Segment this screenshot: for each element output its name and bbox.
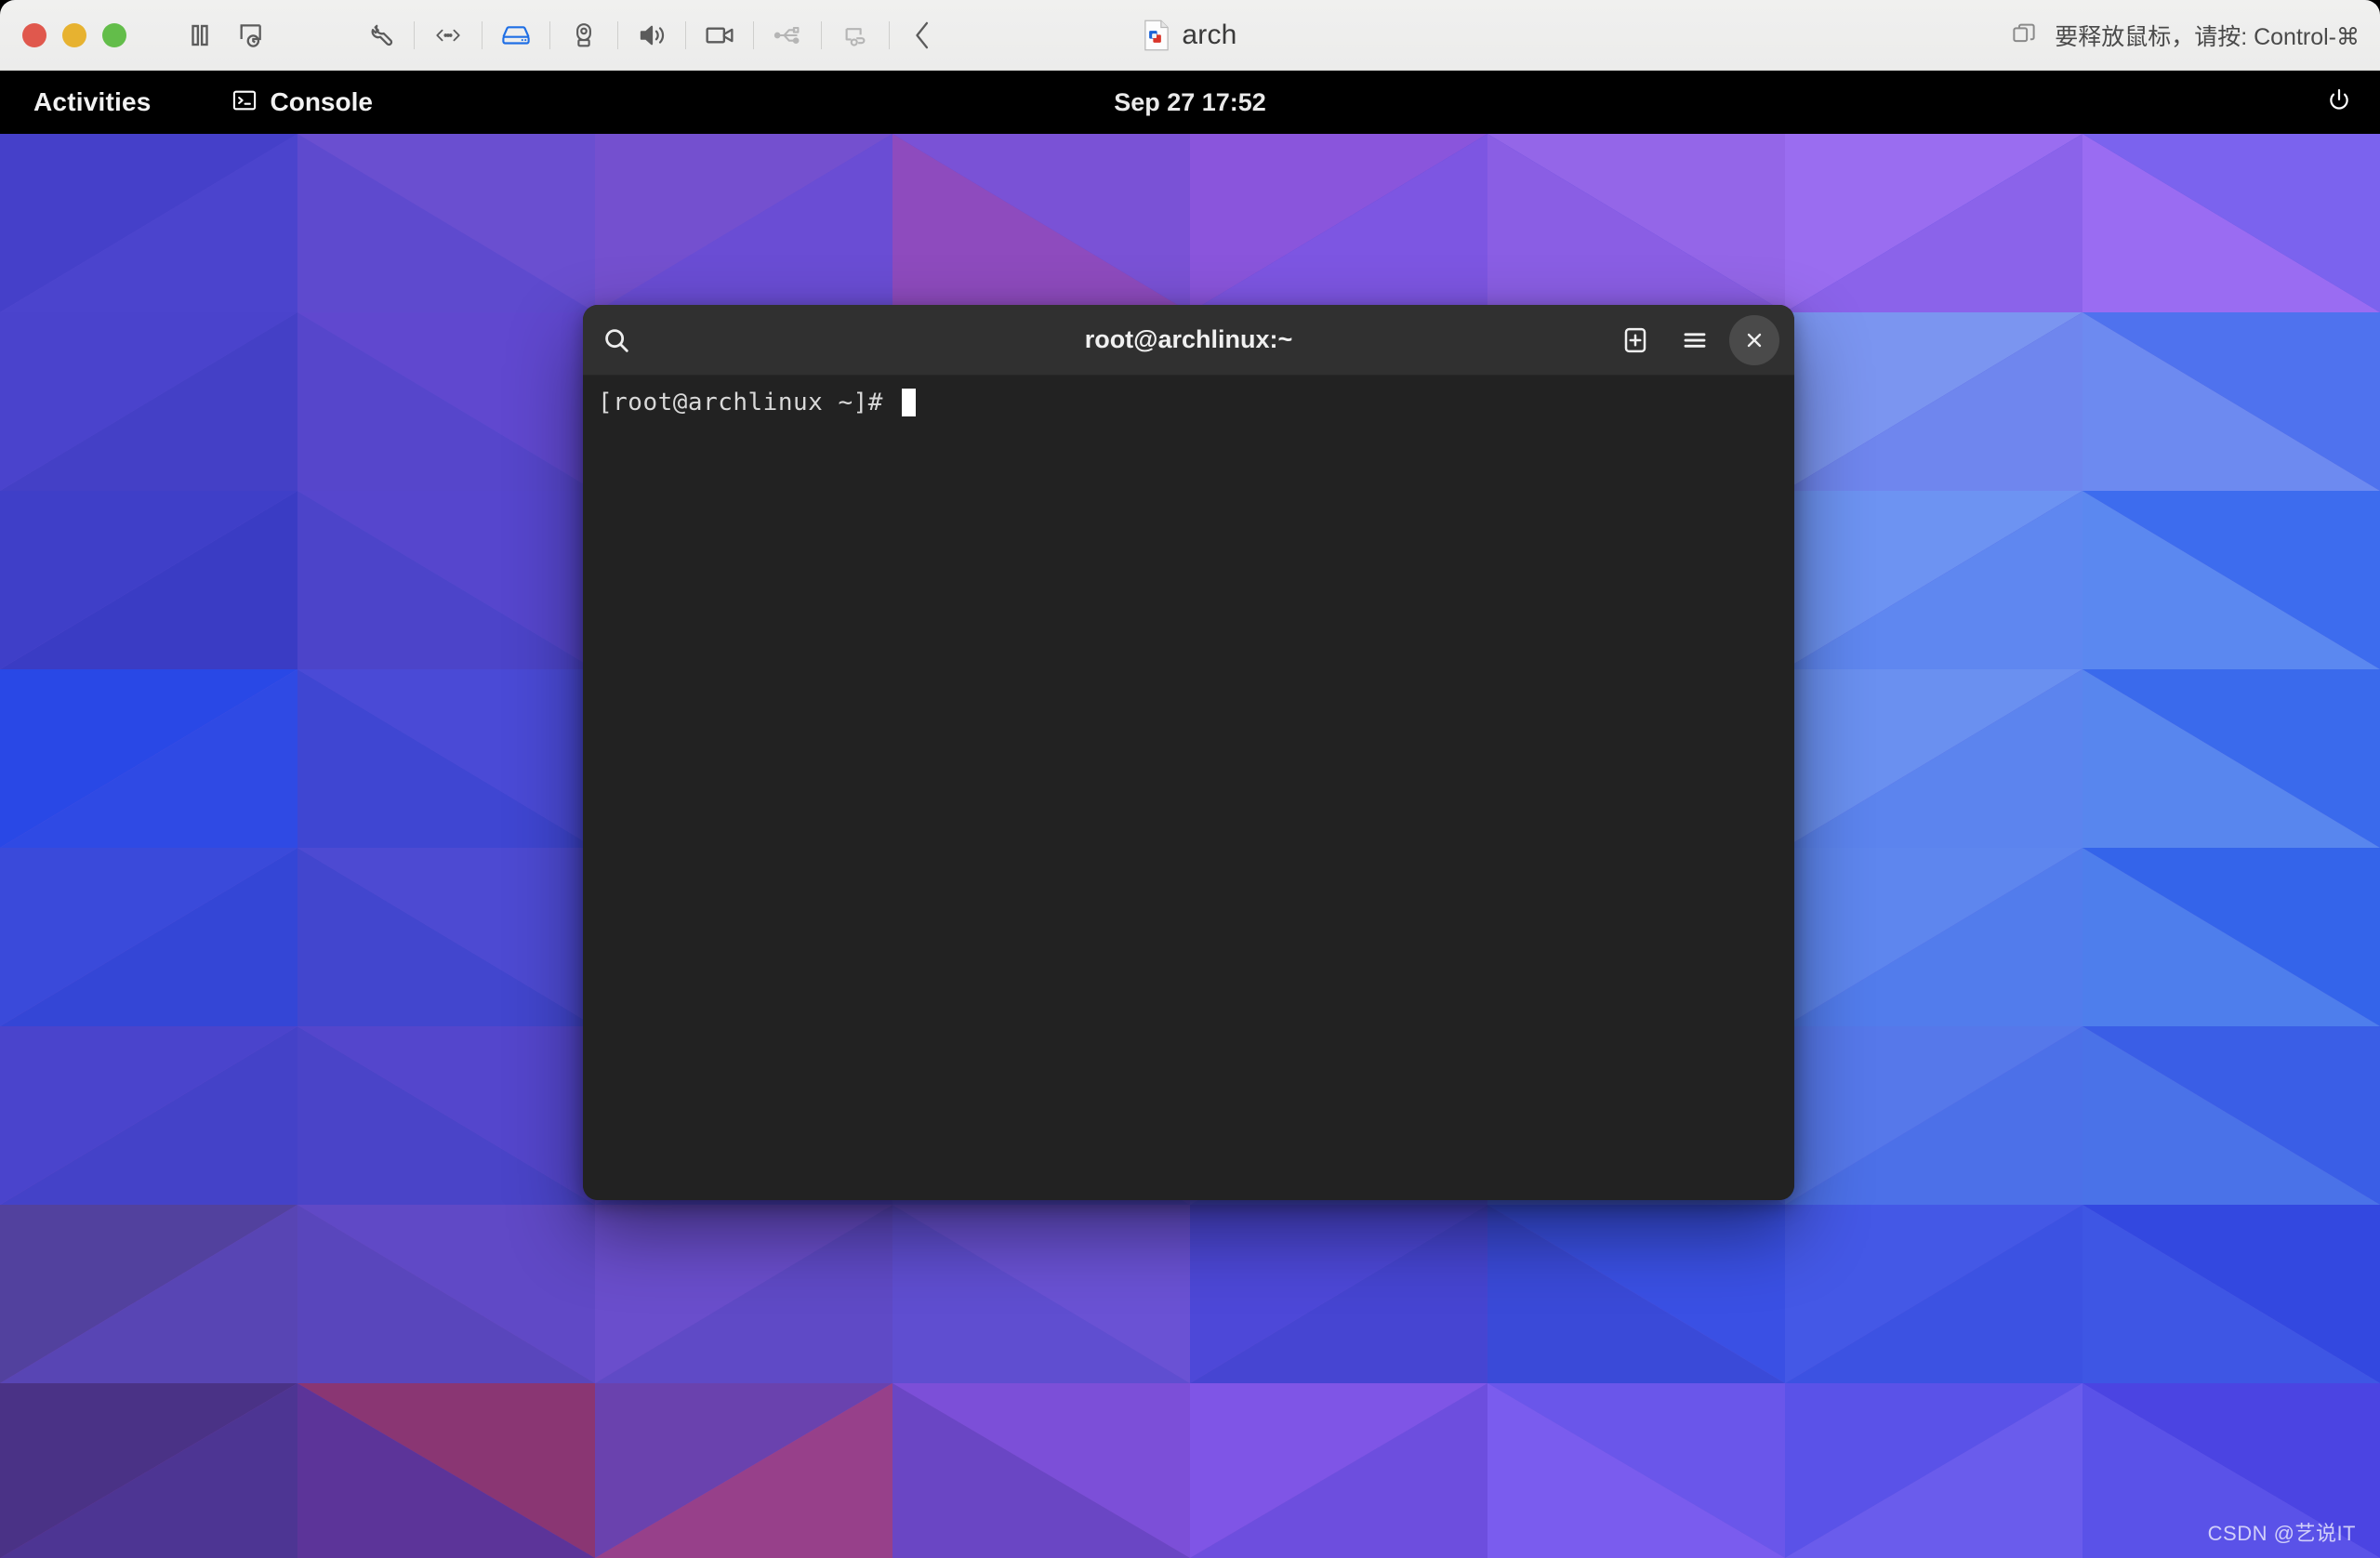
toolbar-separator bbox=[617, 21, 618, 49]
app-menu-console[interactable]: Console bbox=[231, 87, 373, 118]
sound-icon[interactable] bbox=[627, 9, 677, 61]
windows-stack-icon bbox=[2010, 20, 2038, 52]
network-icon[interactable] bbox=[423, 9, 473, 61]
app-menu-label: Console bbox=[271, 87, 373, 117]
search-icon[interactable] bbox=[583, 325, 650, 355]
vm-release-hint-area: 要释放鼠标，请按: Control-⌘ bbox=[2010, 0, 2360, 71]
toolbar-separator bbox=[414, 21, 415, 49]
wrench-settings-icon[interactable] bbox=[355, 9, 405, 61]
camera-icon[interactable] bbox=[559, 9, 609, 61]
block-cursor bbox=[902, 389, 916, 416]
printer-sharing-icon[interactable] bbox=[830, 9, 880, 61]
snapshot-icon[interactable] bbox=[225, 9, 275, 61]
terminal-window[interactable]: root@archlinux:~ bbox=[583, 305, 1794, 1200]
add-tab-icon[interactable] bbox=[1610, 315, 1660, 365]
power-icon[interactable] bbox=[2326, 87, 2352, 118]
pause-icon[interactable] bbox=[175, 9, 225, 61]
vm-window-chrome: arch 要释放鼠标，请按: Control-⌘ bbox=[0, 0, 2380, 71]
vm-title-text: arch bbox=[1182, 20, 1236, 51]
back-chevron-icon[interactable] bbox=[898, 9, 948, 61]
terminal-body[interactable]: [root@archlinux ~]# bbox=[583, 376, 1794, 1200]
csdn-watermark: CSDN @艺说IT bbox=[2208, 1517, 2356, 1547]
video-camera-icon[interactable] bbox=[694, 9, 745, 61]
gnome-status-area[interactable] bbox=[2326, 87, 2352, 118]
window-zoom-button[interactable] bbox=[102, 23, 126, 47]
hamburger-menu-icon[interactable] bbox=[1670, 315, 1720, 365]
terminal-icon bbox=[231, 87, 258, 118]
close-icon[interactable] bbox=[1729, 315, 1779, 365]
toolbar-separator bbox=[685, 21, 686, 49]
vmware-document-icon bbox=[1143, 20, 1170, 51]
terminal-prompt-text: [root@archlinux ~]# bbox=[598, 389, 898, 416]
window-close-button[interactable] bbox=[22, 23, 46, 47]
toolbar-separator bbox=[821, 21, 822, 49]
vm-toolbar-devices bbox=[355, 9, 948, 61]
toolbar-separator bbox=[753, 21, 754, 49]
window-minimize-button[interactable] bbox=[62, 23, 86, 47]
activities-button[interactable]: Activities bbox=[33, 87, 152, 117]
hard-disk-icon[interactable] bbox=[491, 9, 541, 61]
terminal-header-actions bbox=[1610, 315, 1779, 365]
toolbar-separator bbox=[549, 21, 550, 49]
traffic-lights bbox=[22, 23, 126, 47]
toolbar-separator bbox=[889, 21, 890, 49]
vm-toolbar-left bbox=[175, 9, 275, 61]
usb-icon[interactable] bbox=[762, 9, 813, 61]
terminal-prompt-line: [root@archlinux ~]# bbox=[598, 389, 1794, 416]
terminal-header-bar[interactable]: root@archlinux:~ bbox=[583, 305, 1794, 376]
toolbar-separator bbox=[482, 21, 483, 49]
release-mouse-hint: 要释放鼠标，请按: Control-⌘ bbox=[2055, 19, 2360, 52]
gnome-top-bar: Activities Console Sep 27 17:52 bbox=[0, 71, 2380, 134]
